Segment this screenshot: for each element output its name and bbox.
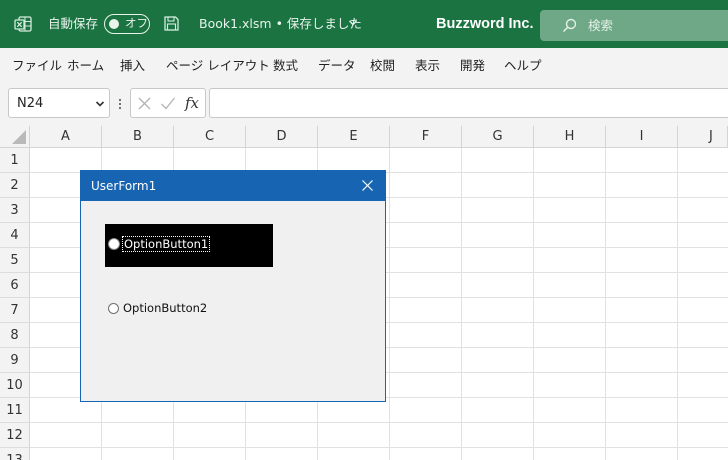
menu-view[interactable]: 表示 — [415, 57, 440, 75]
column-header[interactable]: A — [30, 126, 102, 148]
company-name: Buzzword Inc. — [436, 16, 534, 32]
more-options-icon — [118, 98, 122, 110]
row-header[interactable]: 13 — [0, 448, 30, 460]
column-header[interactable]: D — [246, 126, 318, 148]
userform-dialog: UserForm1 OptionButton1 OptionButton2 — [80, 170, 386, 402]
title-bar: 自動保存 オフ Book1.xlsm • 保存しました Buzzword Inc… — [0, 0, 728, 48]
menu-help[interactable]: ヘルプ — [504, 57, 542, 75]
option-button-2[interactable]: OptionButton2 — [105, 300, 273, 318]
row-header[interactable]: 6 — [0, 273, 30, 298]
excel-icon[interactable] — [14, 15, 32, 33]
row-header[interactable]: 8 — [0, 323, 30, 348]
row-header[interactable]: 11 — [0, 398, 30, 423]
row-header[interactable]: 9 — [0, 348, 30, 373]
menu-data[interactable]: データ — [318, 57, 356, 75]
column-header[interactable]: G — [462, 126, 534, 148]
select-all-icon — [12, 130, 26, 144]
menu-formulas[interactable]: 数式 — [273, 57, 298, 75]
menu-insert[interactable]: 挿入 — [120, 57, 145, 75]
row-header[interactable]: 10 — [0, 373, 30, 398]
menu-page-layout[interactable]: ページ レイアウト — [166, 57, 270, 75]
row-header[interactable]: 1 — [0, 148, 30, 173]
column-header[interactable]: C — [174, 126, 246, 148]
option-button-1[interactable]: OptionButton1 — [105, 224, 273, 267]
radio-icon[interactable] — [108, 303, 119, 314]
formula-bar: N24 fx — [0, 84, 728, 126]
search-box[interactable] — [540, 10, 728, 41]
column-header[interactable]: F — [390, 126, 462, 148]
select-all-button[interactable] — [0, 126, 30, 148]
search-icon — [562, 18, 577, 33]
menu-review[interactable]: 校閲 — [370, 57, 395, 75]
option-button-2-label: OptionButton2 — [123, 301, 208, 315]
row-header[interactable]: 12 — [0, 423, 30, 448]
row-header[interactable]: 2 — [0, 173, 30, 198]
userform-title: UserForm1 — [91, 179, 157, 193]
menu-file[interactable]: ファイル — [12, 57, 62, 75]
row-header[interactable]: 4 — [0, 223, 30, 248]
row-header[interactable]: 5 — [0, 248, 30, 273]
column-header[interactable]: J — [678, 126, 728, 148]
column-header[interactable]: E — [318, 126, 390, 148]
radio-icon[interactable] — [108, 238, 120, 250]
name-box[interactable]: N24 — [8, 88, 110, 118]
row-header[interactable]: 3 — [0, 198, 30, 223]
chevron-down-icon[interactable] — [95, 99, 105, 109]
search-input[interactable] — [588, 14, 718, 37]
column-header[interactable]: H — [534, 126, 606, 148]
insert-function-button[interactable]: fx — [185, 92, 199, 114]
formula-tools: fx — [130, 88, 206, 118]
userform-title-bar[interactable]: UserForm1 — [81, 171, 385, 201]
column-header[interactable]: I — [606, 126, 678, 148]
close-icon[interactable] — [361, 179, 374, 192]
column-header[interactable]: B — [102, 126, 174, 148]
name-box-value: N24 — [17, 96, 44, 111]
cancel-icon[interactable] — [137, 96, 152, 111]
toggle-knob — [109, 18, 119, 29]
option-button-1-label: OptionButton1 — [122, 236, 211, 252]
row-header[interactable]: 7 — [0, 298, 30, 323]
check-icon[interactable] — [160, 96, 176, 111]
chevron-down-icon[interactable] — [348, 18, 358, 28]
formula-input[interactable] — [209, 88, 728, 118]
save-icon[interactable] — [163, 15, 180, 32]
autosave-state: オフ — [125, 16, 148, 30]
menu-home[interactable]: ホーム — [67, 57, 104, 75]
autosave-toggle[interactable]: オフ — [104, 14, 150, 34]
menu-developer[interactable]: 開発 — [460, 57, 485, 75]
autosave-label: 自動保存 — [48, 16, 99, 31]
file-name[interactable]: Book1.xlsm • 保存しました — [199, 14, 362, 34]
ribbon-menu: ファイル ホーム 挿入 ページ レイアウト 数式 データ 校閲 表示 開発 ヘル… — [0, 48, 728, 84]
